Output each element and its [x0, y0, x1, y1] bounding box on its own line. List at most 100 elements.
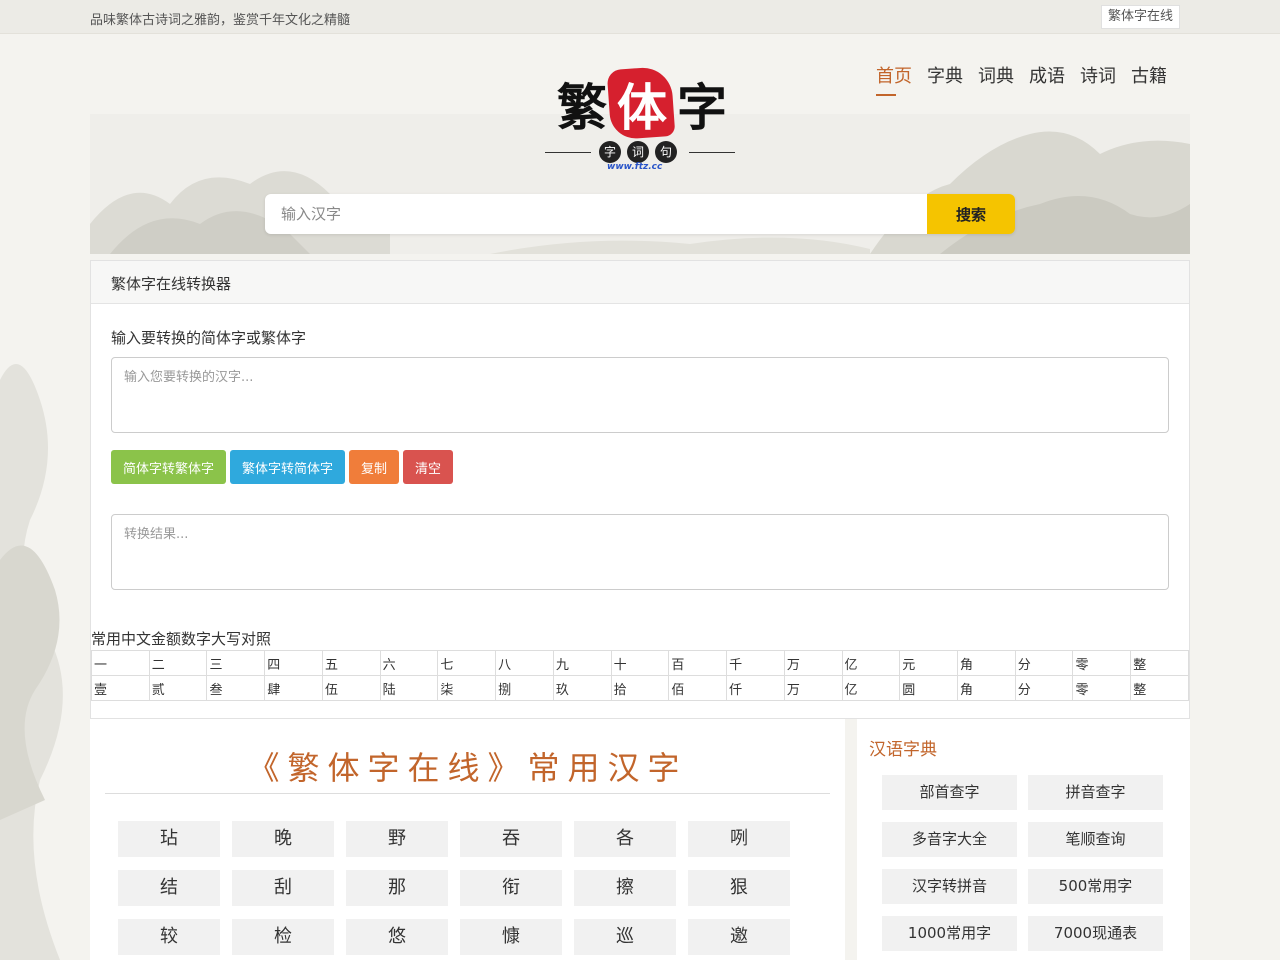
numeral-lower-cell: 分 — [1014, 650, 1074, 676]
char-link[interactable]: 吞 — [460, 821, 562, 857]
numeral-upper-cell: 万 — [783, 675, 843, 701]
nav-home[interactable]: 首页 — [876, 62, 912, 96]
to-simplified-button[interactable]: 繁体字转简体字 — [230, 450, 346, 484]
numerals-row-lower: 一二三四五六七八九十百千万亿元角分零整 — [91, 650, 1189, 676]
char-link[interactable]: 野 — [346, 821, 448, 857]
converter-input[interactable] — [111, 357, 1169, 433]
dictionary-sidebar: 汉语字典 部首查字 拼音查字 多音字大全 笔顺查询 汉字转拼音 500常用字 1000常用字… — [857, 719, 1190, 960]
site-logo[interactable]: 繁 体 字 字词句 www.ftz.cc — [545, 64, 735, 176]
numeral-upper-cell: 佰 — [668, 675, 728, 701]
dictionary-link[interactable]: 多音字大全 — [882, 822, 1017, 857]
char-link[interactable]: 结 — [118, 870, 220, 906]
numeral-upper-cell: 亿 — [841, 675, 901, 701]
numeral-upper-cell: 整 — [1130, 675, 1189, 701]
numeral-lower-cell: 零 — [1072, 650, 1132, 676]
numeral-lower-cell: 一 — [91, 650, 150, 676]
dictionary-link[interactable]: 7000现通表 — [1028, 916, 1163, 951]
char-link[interactable]: 擦 — [574, 870, 676, 906]
numeral-lower-cell: 万 — [783, 650, 843, 676]
numeral-lower-cell: 角 — [957, 650, 1016, 676]
site-slogan: 品味繁体古诗词之雅韵，鉴赏千年文化之精髓 — [90, 13, 351, 28]
search-button[interactable]: 搜索 — [927, 194, 1015, 234]
dictionary-link[interactable]: 1000常用字 — [882, 916, 1017, 951]
numerals-row-upper: 壹贰叁肆伍陆柒捌玖拾佰仟万亿圆角分零整 — [91, 675, 1189, 701]
numeral-lower-cell: 五 — [321, 650, 381, 676]
logo-char: 体 — [617, 78, 667, 137]
numeral-upper-cell: 肆 — [264, 675, 323, 701]
to-traditional-button[interactable]: 简体字转繁体字 — [111, 450, 227, 484]
dictionary-link[interactable]: 500常用字 — [1028, 869, 1163, 904]
logo-url: www.ftz.cc — [607, 162, 663, 172]
numeral-upper-cell: 拾 — [610, 675, 670, 701]
converter-title: 繁体字在线转换器 — [91, 261, 1189, 304]
converter-panel: 繁体字在线转换器 输入要转换的简体字或繁体字 简体字转繁体字 繁体字转简体字 复… — [90, 260, 1190, 719]
converter-label: 输入要转换的简体字或繁体字 — [111, 329, 307, 347]
main-nav: 首页 字典 词典 成语 诗词 古籍 — [876, 62, 1167, 96]
char-link[interactable]: 那 — [346, 870, 448, 906]
char-link[interactable]: 衔 — [460, 870, 562, 906]
numeral-lower-cell: 元 — [899, 650, 959, 676]
numeral-upper-cell: 壹 — [91, 675, 150, 701]
dictionary-link[interactable]: 汉字转拼音 — [882, 869, 1017, 904]
logo-divider — [545, 152, 591, 153]
numeral-lower-cell: 亿 — [841, 650, 901, 676]
numeral-lower-cell: 八 — [495, 650, 554, 676]
char-link[interactable]: 狠 — [688, 870, 790, 906]
numeral-upper-cell: 角 — [957, 675, 1016, 701]
converter-output[interactable] — [111, 514, 1169, 590]
site-name-link[interactable]: 繁体字在线 — [1100, 5, 1180, 29]
char-link[interactable]: 检 — [232, 919, 334, 955]
numeral-lower-cell: 千 — [726, 650, 785, 676]
char-link[interactable]: 悠 — [346, 919, 448, 955]
common-chars-section: 《繁体字在线》常用汉字 玷晚野吞各咧结刮那衔擦狠较检悠慷巡邀 — [90, 719, 845, 960]
char-link[interactable]: 各 — [574, 821, 676, 857]
top-bar: 品味繁体古诗词之雅韵，鉴赏千年文化之精髓 繁体字在线 — [0, 0, 1280, 34]
char-link[interactable]: 晚 — [232, 821, 334, 857]
dictionary-links: 部首查字 拼音查字 多音字大全 笔顺查询 汉字转拼音 500常用字 1000常用字 7000现… — [882, 775, 1163, 951]
numeral-lower-cell: 二 — [148, 650, 208, 676]
landscape-decoration — [0, 364, 63, 960]
nav-shici[interactable]: 诗词 — [1080, 62, 1116, 96]
nav-chengyu[interactable]: 成语 — [1029, 62, 1065, 96]
char-link[interactable]: 较 — [118, 919, 220, 955]
numeral-upper-cell: 伍 — [321, 675, 381, 701]
numeral-upper-cell: 捌 — [495, 675, 554, 701]
copy-button[interactable]: 复制 — [349, 450, 400, 484]
dictionary-link[interactable]: 笔顺查询 — [1028, 822, 1163, 857]
clear-button[interactable]: 清空 — [403, 450, 454, 484]
char-link[interactable]: 咧 — [688, 821, 790, 857]
logo-sub-char: 句 — [655, 141, 677, 163]
numeral-lower-cell: 七 — [437, 650, 497, 676]
char-link[interactable]: 玷 — [118, 821, 220, 857]
logo-char: 字 — [677, 78, 727, 137]
common-chars-grid: 玷晚野吞各咧结刮那衔擦狠较检悠慷巡邀 — [118, 821, 798, 955]
char-link[interactable]: 巡 — [574, 919, 676, 955]
numeral-upper-cell: 柒 — [437, 675, 497, 701]
logo-sub-char: 字 — [599, 141, 621, 163]
numeral-lower-cell: 四 — [264, 650, 323, 676]
char-link[interactable]: 慷 — [460, 919, 562, 955]
search-input[interactable] — [265, 194, 927, 234]
logo-divider — [689, 152, 735, 153]
dictionary-link[interactable]: 部首查字 — [882, 775, 1017, 810]
numeral-upper-cell: 叁 — [206, 675, 266, 701]
search-bar: 搜索 — [265, 194, 1015, 234]
logo-subtitle: 字词句 — [599, 141, 683, 163]
numeral-upper-cell: 零 — [1072, 675, 1132, 701]
common-chars-title: 《繁体字在线》常用汉字 — [247, 749, 688, 787]
divider — [105, 793, 830, 794]
numeral-lower-cell: 六 — [379, 650, 439, 676]
nav-cidian[interactable]: 词典 — [978, 62, 1014, 96]
nav-guji[interactable]: 古籍 — [1131, 62, 1167, 96]
numeral-lower-cell: 百 — [668, 650, 728, 676]
char-link[interactable]: 刮 — [232, 870, 334, 906]
char-link[interactable]: 邀 — [688, 919, 790, 955]
dictionary-title: 汉语字典 — [869, 740, 937, 760]
converter-buttons: 简体字转繁体字 繁体字转简体字 复制 清空 — [111, 450, 454, 484]
dictionary-link[interactable]: 拼音查字 — [1028, 775, 1163, 810]
nav-zidian[interactable]: 字典 — [927, 62, 963, 96]
numeral-lower-cell: 十 — [610, 650, 670, 676]
logo-sub-char: 词 — [627, 141, 649, 163]
numeral-upper-cell: 陆 — [379, 675, 439, 701]
numeral-upper-cell: 圆 — [899, 675, 959, 701]
